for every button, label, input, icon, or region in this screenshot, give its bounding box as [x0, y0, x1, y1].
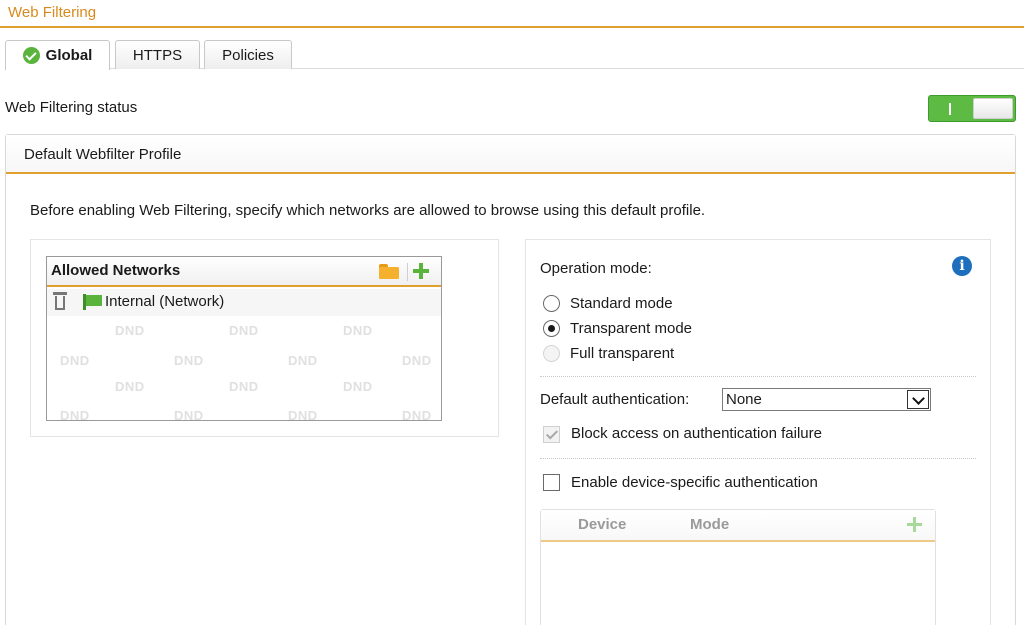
instructions-text: Before enabling Web Filtering, specify w…	[30, 202, 706, 219]
default-auth-select[interactable]: None	[722, 388, 931, 411]
dnd-watermark: DND	[60, 408, 90, 421]
allowed-networks-header: Allowed Networks	[47, 257, 441, 287]
tab-bar: Global HTTPS Policies	[5, 40, 1024, 70]
dnd-watermark: DND	[402, 353, 432, 368]
dnd-watermark: DND	[343, 379, 373, 394]
toggle-knob	[973, 98, 1013, 119]
device-table: Device Mode	[540, 509, 936, 625]
tab-https-label: HTTPS	[132, 46, 183, 64]
add-network-icon[interactable]	[413, 263, 429, 279]
device-table-header: Device Mode	[541, 510, 935, 542]
dnd-watermark: DND	[288, 408, 318, 421]
list-item[interactable]: Internal (Network)	[47, 289, 441, 316]
dnd-watermark: DND	[229, 323, 259, 338]
allowed-networks-list[interactable]: Allowed Networks Internal (Network) DND …	[46, 256, 442, 421]
device-auth-checkbox[interactable]	[543, 474, 560, 491]
tab-global[interactable]: Global	[5, 40, 110, 70]
allowed-networks-title: Allowed Networks	[51, 262, 181, 279]
toggle-on-indicator	[949, 103, 951, 115]
info-icon[interactable]: i	[952, 256, 972, 276]
dnd-watermark: DND	[115, 379, 145, 394]
header-bar: Web Filtering	[0, 0, 1024, 28]
dnd-watermark: DND	[288, 353, 318, 368]
column-header-mode: Mode	[690, 516, 730, 533]
divider	[540, 458, 976, 459]
default-auth-value: None	[726, 391, 762, 408]
dnd-watermark: DND	[343, 323, 373, 338]
default-auth-label: Default authentication:	[540, 391, 690, 408]
status-toggle[interactable]	[928, 95, 1016, 122]
standard-mode-radio[interactable]	[543, 295, 560, 312]
dnd-watermark: DND	[174, 408, 204, 421]
chevron-down-icon[interactable]	[907, 390, 929, 409]
tab-policies-label: Policies	[222, 46, 274, 64]
dnd-watermark: DND	[174, 353, 204, 368]
tab-global-label: Global	[45, 47, 93, 64]
full-transparent-label: Full transparent	[570, 345, 675, 362]
dnd-watermark: DND	[402, 408, 432, 421]
network-name: Internal (Network)	[105, 293, 225, 310]
folder-icon[interactable]	[379, 264, 399, 279]
transparent-mode-label: Transparent mode	[570, 320, 693, 337]
dnd-watermark: DND	[115, 323, 145, 338]
operation-mode-label: Operation mode:	[540, 260, 652, 277]
divider	[407, 263, 408, 281]
tab-https[interactable]: HTTPS	[115, 40, 200, 69]
profile-title: Default Webfilter Profile	[24, 146, 182, 163]
divider	[540, 376, 976, 377]
dnd-watermark: DND	[229, 379, 259, 394]
tab-policies[interactable]: Policies	[204, 40, 292, 69]
status-label: Web Filtering status	[5, 99, 138, 116]
device-auth-label: Enable device-specific authentication	[571, 474, 818, 491]
check-circle-icon	[22, 47, 40, 64]
block-access-checkbox	[543, 426, 560, 443]
add-device-icon[interactable]	[907, 517, 922, 532]
column-header-device: Device	[578, 516, 627, 533]
network-icon	[83, 294, 102, 310]
transparent-mode-radio[interactable]	[543, 320, 560, 337]
full-transparent-radio	[543, 345, 560, 362]
block-access-label: Block access on authentication failure	[571, 425, 822, 442]
standard-mode-label: Standard mode	[570, 295, 673, 312]
trash-icon[interactable]	[53, 292, 67, 310]
profile-header: Default Webfilter Profile	[6, 135, 1015, 174]
dnd-watermark: DND	[60, 353, 90, 368]
page-title: Web Filtering	[8, 4, 97, 21]
